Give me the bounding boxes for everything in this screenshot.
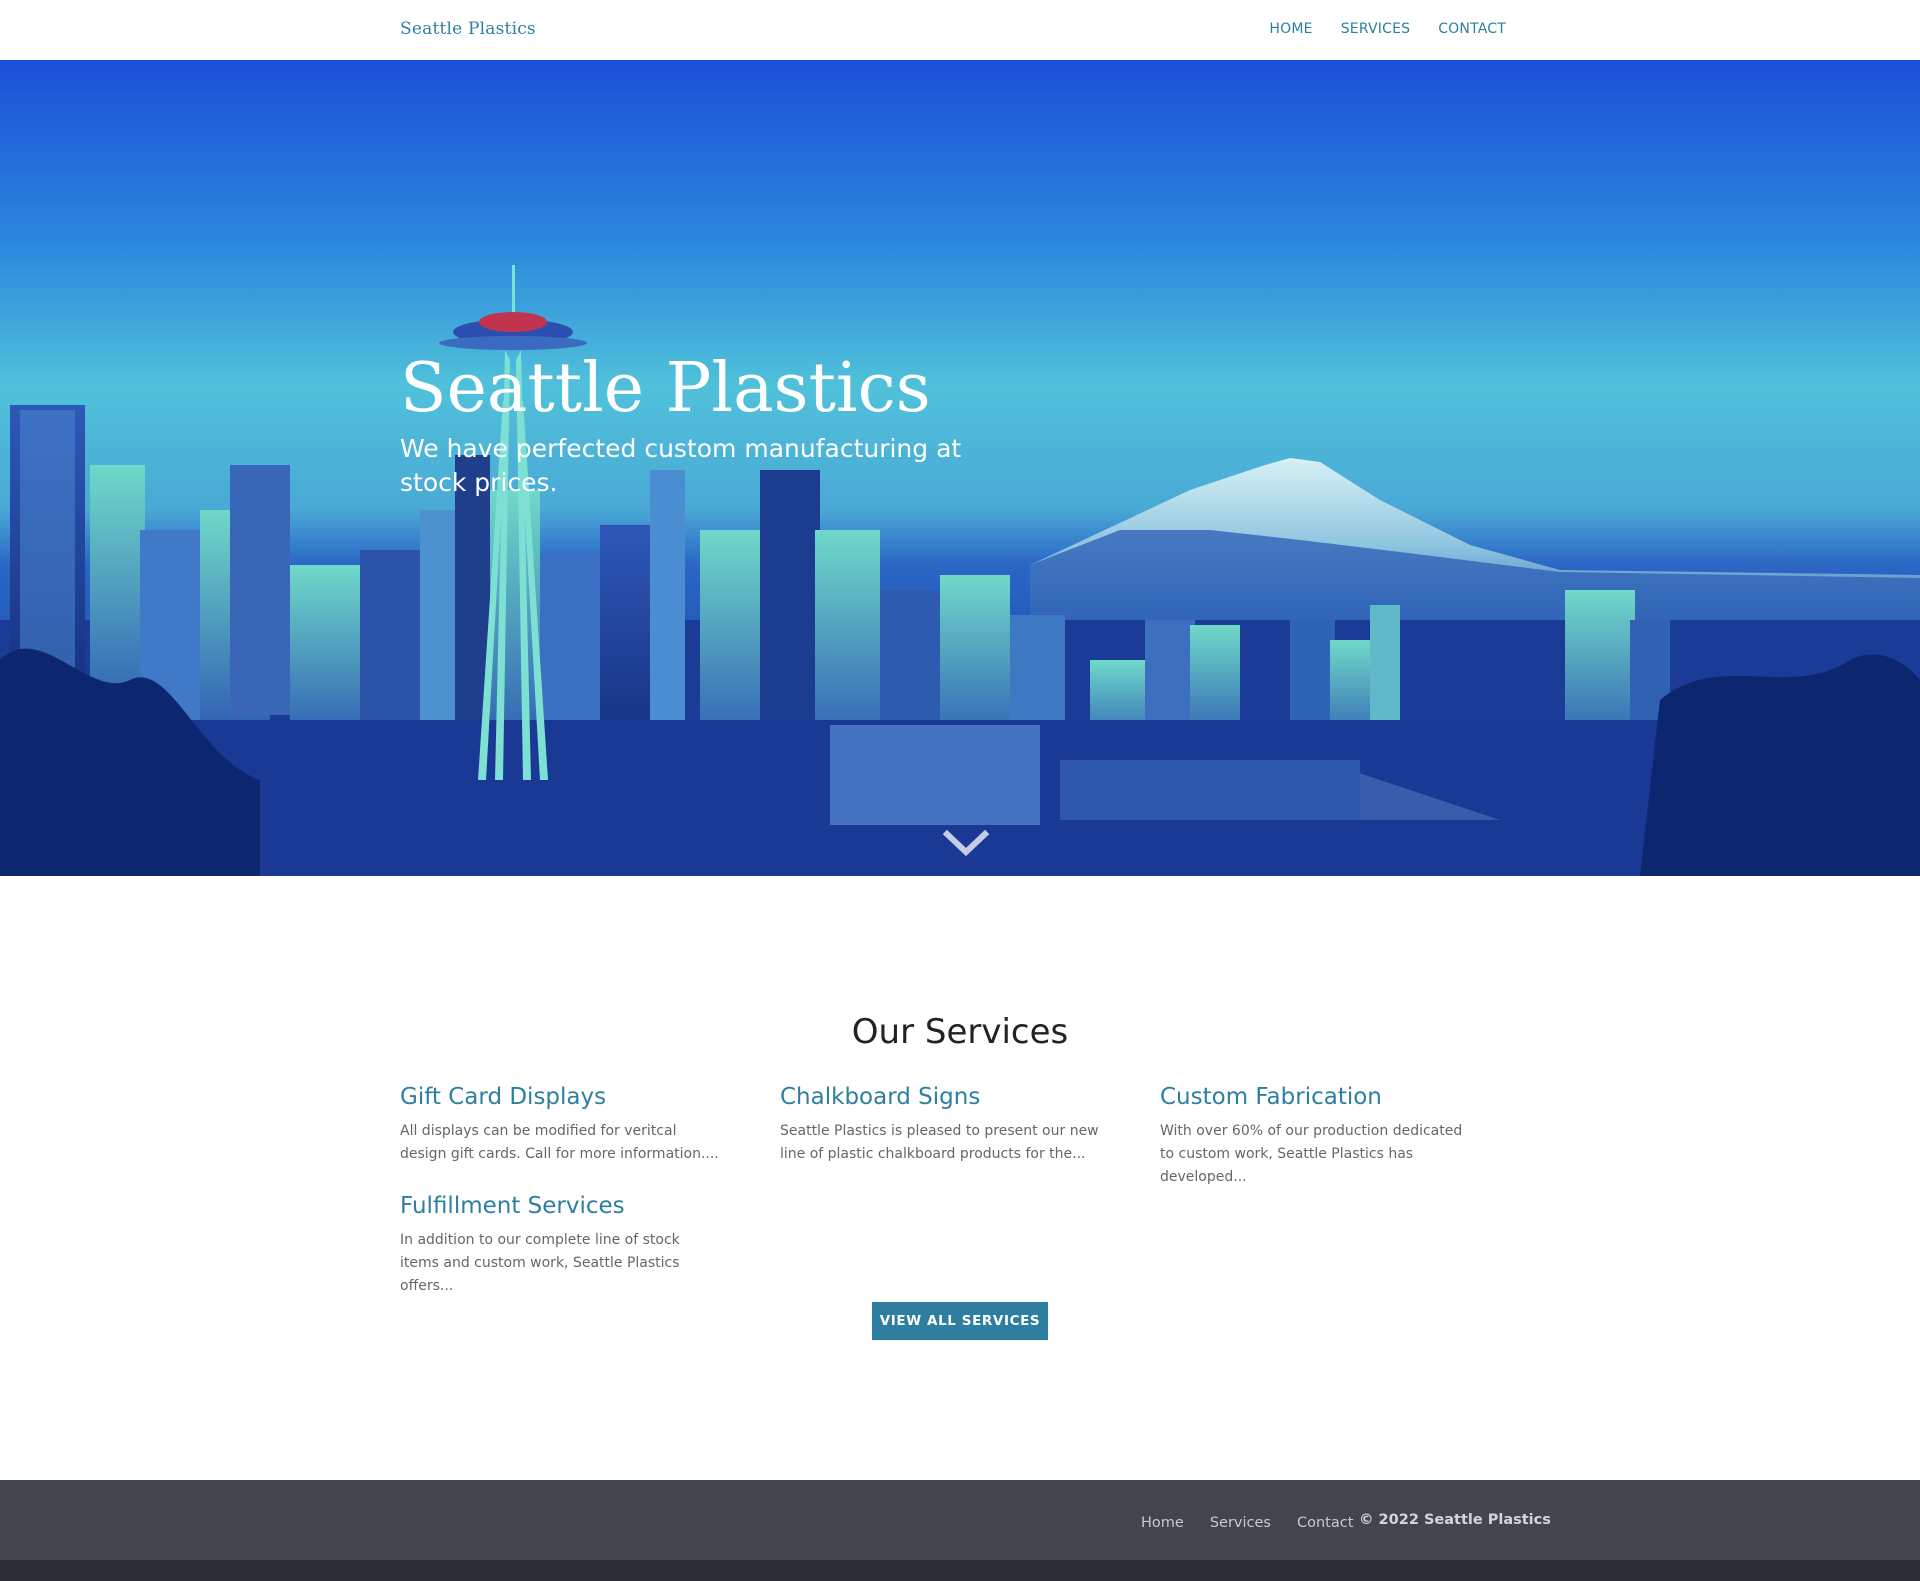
footer-nav: Home Services Contact [1141,1515,1353,1531]
copyright-text: © 2022 Seattle Plastics [1359,1512,1551,1528]
services-heading: Our Services [851,1012,1069,1052]
hero-subtitle: We have perfected custom manufacturing a… [400,434,962,498]
service-card-chalkboard-signs: Chalkboard Signs Seattle Plastics is ple… [780,1084,1100,1166]
top-navbar: Seattle Plastics HOME SERVICES CONTACT [0,0,1920,60]
hero-banner: Seattle Plastics We have perfected custo… [0,60,1920,876]
brand-logo-link[interactable]: Seattle Plastics [400,19,536,39]
view-all-services-button[interactable]: VIEW ALL SERVICES [872,1302,1048,1340]
service-card-custom-fabrication: Custom Fabrication With over 60% of our … [1160,1084,1480,1189]
service-title-link[interactable]: Fulfillment Services [400,1193,720,1219]
footer-home-link[interactable]: Home [1141,1515,1184,1531]
service-title-link[interactable]: Custom Fabrication [1160,1084,1480,1110]
service-description: In addition to our complete line of stoc… [400,1232,680,1294]
chevron-down-icon[interactable] [943,828,989,858]
service-description: With over 60% of our production dedicate… [1160,1123,1463,1185]
nav-home-link[interactable]: HOME [1269,21,1312,37]
nav-services-link[interactable]: SERVICES [1341,21,1411,37]
footer-contact-link[interactable]: Contact [1297,1515,1353,1531]
service-card-gift-card-displays: Gift Card Displays All displays can be m… [400,1084,720,1166]
footer-services-link[interactable]: Services [1210,1515,1271,1531]
main-nav: HOME SERVICES CONTACT [1269,21,1506,37]
service-description: Seattle Plastics is pleased to present o… [780,1123,1099,1162]
footer: Home Services Contact © 2022 Seattle Pla… [0,1480,1920,1560]
service-description: All displays can be modified for veritca… [400,1123,719,1162]
service-card-fulfillment-services: Fulfillment Services In addition to our … [400,1193,720,1298]
hero-title: Seattle Plastics [400,349,931,428]
hero-text-block: Seattle Plastics We have perfected custo… [400,349,1040,500]
service-title-link[interactable]: Chalkboard Signs [780,1084,1100,1110]
nav-contact-link[interactable]: CONTACT [1438,21,1506,37]
footer-bottom-bar [0,1560,1920,1581]
service-title-link[interactable]: Gift Card Displays [400,1084,720,1110]
